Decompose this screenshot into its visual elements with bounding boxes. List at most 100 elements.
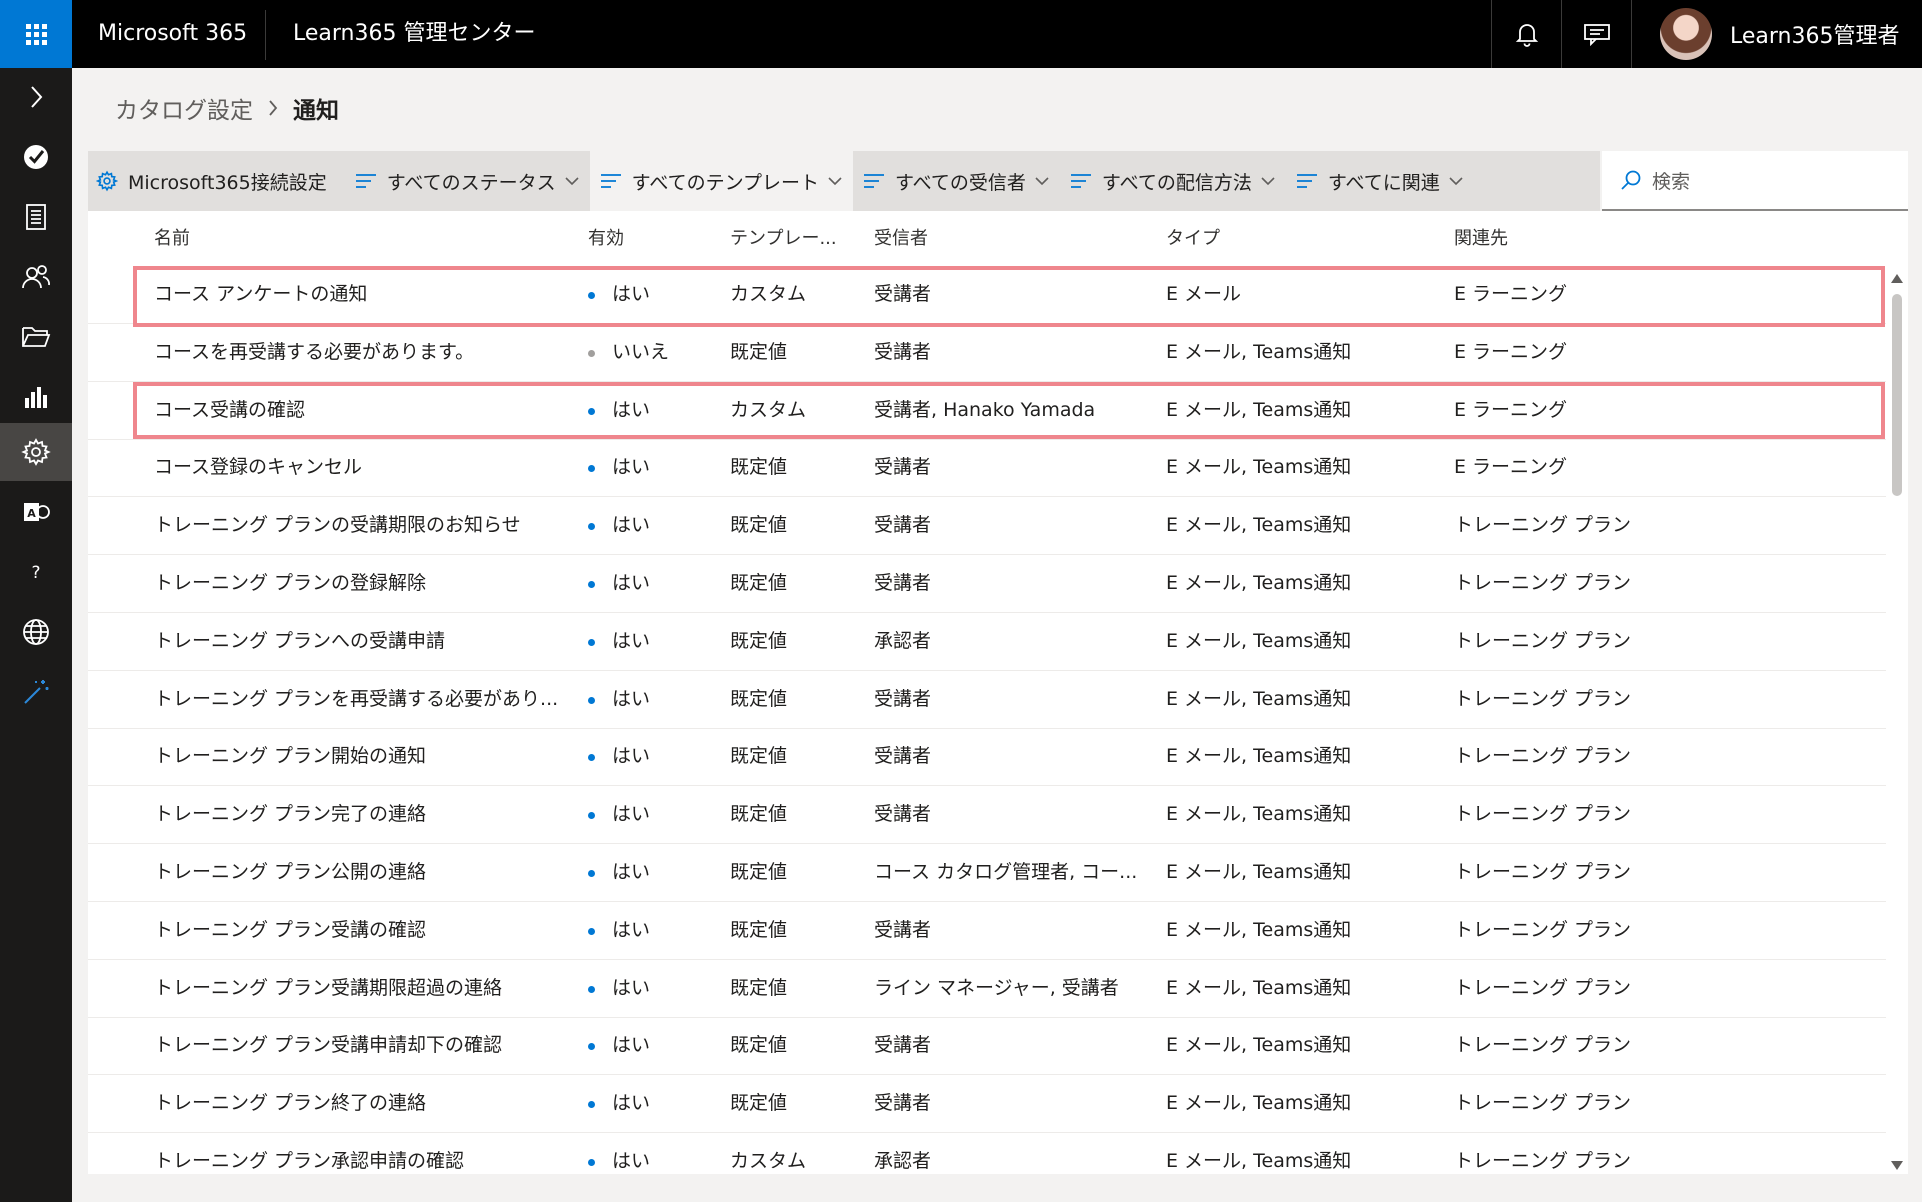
recipient-filter-label: すべての受信者: [895, 171, 1026, 194]
row-enabled: はい: [588, 613, 718, 670]
nav-dashboard[interactable]: [0, 128, 72, 186]
row-name[interactable]: コース受講の確認: [154, 382, 574, 439]
row-enabled-text: はい: [612, 629, 651, 652]
nav-help[interactable]: ?: [0, 543, 72, 601]
row-related: E ラーニング: [1454, 340, 1568, 363]
row-name[interactable]: トレーニング プラン受講の確認: [154, 902, 574, 959]
chevron-down-icon: [828, 177, 842, 186]
row-enabled-text: はい: [612, 687, 651, 710]
table-row[interactable]: トレーニング プラン終了の連絡 はい 既定値 受講者 E メール, Teams通知 トレー…: [88, 1075, 1886, 1134]
row-name[interactable]: トレーニング プラン公開の連絡: [154, 844, 574, 901]
row-name[interactable]: トレーニング プラン受講申請却下の確認: [154, 1017, 574, 1074]
row-enabled: はい: [588, 439, 718, 496]
scroll-thumb[interactable]: [1892, 294, 1902, 496]
status-dot-icon: [588, 407, 595, 415]
nav-language[interactable]: [0, 603, 72, 661]
row-name[interactable]: トレーニング プラン受講期限超過の連絡: [154, 960, 574, 1017]
row-template: カスタム: [730, 1150, 807, 1172]
app-title[interactable]: Learn365 管理センター: [293, 0, 535, 68]
row-name[interactable]: トレーニング プランの登録解除: [154, 555, 574, 612]
svg-text:A: A: [27, 507, 36, 520]
row-name[interactable]: コースを再受講する必要があります。: [154, 324, 574, 381]
scroll-down-arrow-icon[interactable]: [1891, 1161, 1903, 1170]
app-launcher-button[interactable]: [0, 0, 72, 68]
row-name[interactable]: トレーニング プランを再受講する必要があり...: [154, 671, 574, 728]
table-row[interactable]: トレーニング プラン完了の連絡 はい 既定値 受講者 E メール, Teams通知 トレー…: [88, 786, 1886, 845]
nav-analytics[interactable]: [0, 368, 72, 426]
nav-reports[interactable]: [0, 188, 72, 246]
row-related: トレーニング プラン: [1454, 572, 1632, 594]
table-row[interactable]: トレーニング プラン承認申請の確認 はい カスタム 承認者 E メール, Teams通知…: [88, 1133, 1886, 1174]
status-filter-dropdown[interactable]: すべてのステータス: [345, 151, 590, 211]
nav-settings[interactable]: [0, 423, 72, 481]
chevron-down-icon: [1449, 177, 1463, 186]
column-header-recipient[interactable]: 受信者: [874, 211, 1144, 266]
row-enabled-text: はい: [612, 861, 651, 883]
row-name[interactable]: トレーニング プランへの受講申請: [154, 613, 574, 670]
table-row[interactable]: コース アンケートの通知 はい カスタム 受講者 E メール E ラーニング: [88, 266, 1886, 324]
table-row[interactable]: トレーニング プラン受講の確認 はい 既定値 受講者 E メール, Teams通知 トレー…: [88, 902, 1886, 960]
row-enabled-text: はい: [612, 572, 651, 594]
table-row[interactable]: トレーニング プラン受講期限超過の連絡 はい 既定値 ライン マネージャー, 受講者 E…: [88, 960, 1886, 1018]
row-recipient: 受講者: [874, 340, 932, 363]
row-type: E メール, Teams通知: [1166, 687, 1352, 710]
table-row[interactable]: トレーニング プランを再受講する必要があり... はい 既定値 受講者 E メール, T…: [88, 671, 1886, 729]
user-name: Learn365管理者: [1730, 24, 1900, 49]
status-dot-icon: [588, 1101, 595, 1109]
row-name[interactable]: トレーニング プラン承認申請の確認: [154, 1133, 574, 1174]
profile-button[interactable]: Learn365管理者: [1631, 0, 1922, 68]
search-placeholder: 検索: [1652, 170, 1691, 193]
row-name[interactable]: トレーニング プランの受講期限のお知らせ: [154, 497, 574, 554]
delivery-filter-dropdown[interactable]: すべての配信方法: [1060, 151, 1286, 211]
column-header-template[interactable]: テンプレー...: [730, 211, 850, 266]
status-filter-label: すべてのステータス: [386, 171, 556, 194]
table-row[interactable]: コース受講の確認 はい カスタム 受講者, Hanako Yamada E メール, T…: [88, 382, 1886, 440]
table-row[interactable]: トレーニング プランへの受講申請 はい 既定値 承認者 E メール, Teams通知 トレ…: [88, 613, 1886, 671]
column-header-name[interactable]: 名前: [154, 211, 574, 266]
search-input[interactable]: 検索: [1602, 151, 1908, 211]
recipient-filter-dropdown[interactable]: すべての受信者: [853, 151, 1060, 211]
delivery-filter-label: すべての配信方法: [1101, 171, 1252, 194]
row-name[interactable]: トレーニング プラン完了の連絡: [154, 786, 574, 843]
row-template: 既定値: [730, 629, 788, 652]
template-filter-label: すべてのテンプレート: [631, 171, 819, 194]
table-row[interactable]: トレーニング プラン開始の通知 はい 既定値 受講者 E メール, Teams通知 トレー…: [88, 728, 1886, 787]
nav-content[interactable]: [0, 308, 72, 366]
column-header-related[interactable]: 関連先: [1454, 211, 1754, 266]
nav-expand[interactable]: [0, 68, 72, 126]
table-row[interactable]: トレーニング プラン公開の連絡 はい 既定値 コース カタログ管理者, コー... E …: [88, 844, 1886, 902]
row-enabled-text: はい: [612, 1150, 651, 1172]
row-name[interactable]: トレーニング プラン開始の通知: [154, 728, 574, 785]
column-header-enabled[interactable]: 有効: [588, 211, 718, 266]
table-scrollbar[interactable]: [1886, 270, 1908, 1174]
m365-connection-settings-button[interactable]: Microsoft365接続設定: [88, 151, 345, 211]
row-related: E ラーニング: [1454, 283, 1568, 305]
breadcrumb-parent-link[interactable]: カタログ設定: [115, 91, 253, 125]
notifications-table: 名前 有効 テンプレー... 受信者 タイプ 関連先 コース アンケートの通知は…: [88, 211, 1908, 1174]
table-row[interactable]: トレーニング プラン受講申請却下の確認 はい 既定値 受講者 E メール, Teams通…: [88, 1017, 1886, 1076]
row-enabled-text: いいえ: [612, 340, 670, 363]
template-filter-dropdown[interactable]: すべてのテンプレート: [589, 151, 853, 211]
table-row[interactable]: トレーニング プランの受講期限のお知らせ はい 既定値 受講者 E メール, Teams…: [88, 497, 1886, 556]
related-filter-dropdown[interactable]: すべてに関連: [1286, 151, 1474, 211]
column-header-type[interactable]: タイプ: [1166, 211, 1426, 266]
notifications-button[interactable]: [1491, 0, 1561, 68]
status-dot-icon: [588, 1043, 595, 1051]
nav-setup-wizard[interactable]: [0, 663, 72, 721]
row-name[interactable]: コース アンケートの通知: [154, 266, 574, 323]
row-name[interactable]: コース登録のキャンセル: [154, 439, 574, 496]
table-row[interactable]: コースを再受講する必要があります。 いいえ 既定値 受講者 E メール, Teams通知…: [88, 324, 1886, 382]
row-enabled: はい: [588, 960, 718, 1017]
table-row[interactable]: トレーニング プランの登録解除 はい 既定値 受講者 E メール, Teams通知 トレー…: [88, 555, 1886, 613]
feedback-button[interactable]: [1561, 0, 1631, 68]
filter-lines-icon: [864, 174, 884, 188]
row-name[interactable]: トレーニング プラン終了の連絡: [154, 1075, 574, 1132]
brand-link[interactable]: Microsoft 365: [98, 0, 247, 68]
status-dot-icon: [588, 754, 595, 762]
row-enabled-text: はい: [612, 976, 651, 999]
scroll-up-arrow-icon[interactable]: [1891, 274, 1903, 283]
nav-office[interactable]: A: [0, 483, 72, 541]
table-row[interactable]: コース登録のキャンセル はい 既定値 受講者 E メール, Teams通知 E ラーニング: [88, 439, 1886, 498]
row-enabled: はい: [588, 786, 718, 843]
nav-users[interactable]: [0, 248, 72, 306]
